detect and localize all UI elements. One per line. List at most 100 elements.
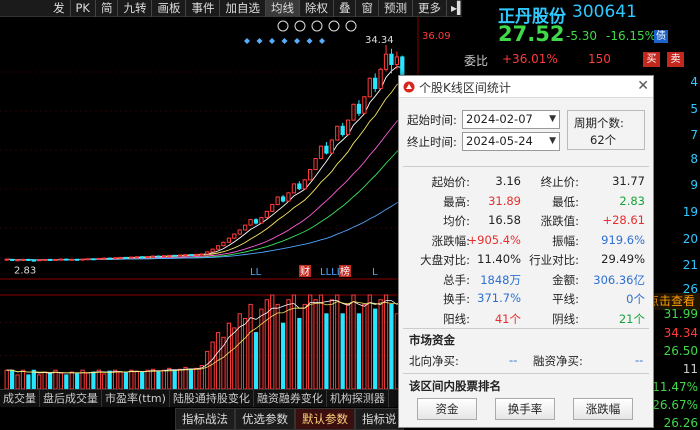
stat-label: 最高: [443, 194, 470, 209]
toolbar-item[interactable]: 发 [48, 0, 71, 17]
candle-body [383, 53, 389, 70]
indicator-tab[interactable]: 盘后成交量 [40, 390, 102, 407]
candle-body [31, 259, 36, 262]
quote-row-value: 9 [690, 178, 698, 192]
candle-body [145, 256, 150, 259]
toolbar-item[interactable]: PK [71, 0, 96, 17]
margin-flow-value: -- [635, 353, 644, 367]
stat-value: 31.89 [488, 193, 521, 208]
period-count-box: 周期个数: 62个 [567, 110, 645, 150]
rank-turnover-button[interactable]: 换手率 [495, 398, 555, 420]
stat-value: 0个 [626, 292, 645, 306]
stat-value: 919.6% [601, 232, 645, 247]
candle-body [243, 224, 248, 231]
param-tab[interactable]: 指标战法 [175, 408, 235, 430]
param-tab[interactable]: 默认参数 [295, 408, 355, 430]
stat-label: 总手: [443, 272, 470, 287]
candle-body [394, 56, 399, 66]
stat-label: 起始价: [431, 175, 470, 189]
chevron-down-icon: ▼ [549, 114, 556, 124]
toolbar-item[interactable]: 均线 [265, 0, 300, 17]
start-time-select[interactable]: 2024-02-07 ▼ [462, 110, 560, 129]
candle-body [69, 258, 74, 261]
stat-value: 3.16 [495, 174, 521, 188]
volume-bar [10, 369, 15, 389]
toolbar-item[interactable]: 更多 [413, 0, 447, 17]
quote-row-value: 21 [682, 258, 698, 272]
end-time-select[interactable]: 2024-05-24 ▼ [462, 132, 560, 151]
toolbar-item[interactable]: 画板 [152, 0, 187, 17]
candle-body [156, 255, 161, 258]
candle-body [134, 256, 139, 259]
indicator-tab[interactable]: 融资融券变化 [254, 390, 327, 407]
high-price-label: 34.34 [365, 35, 394, 46]
candle-body [237, 229, 242, 235]
candle-body [280, 196, 286, 202]
candle-body [362, 96, 367, 114]
candle-body [340, 125, 345, 136]
stat-label: 最低: [552, 194, 579, 209]
candle-body [286, 192, 291, 202]
toolbar-item[interactable]: 除权 [300, 0, 334, 17]
toolbar-item[interactable]: 窗 [356, 0, 379, 17]
rank-change-button[interactable]: 涨跌幅 [573, 398, 633, 420]
candle-body [373, 77, 378, 90]
candle-body [85, 258, 91, 261]
stats-row: 阳线: 41个 阴线: 21个 [403, 309, 649, 328]
volume-bar [280, 322, 286, 389]
toolbar-item[interactable]: 叠 [334, 0, 357, 17]
bond-badge[interactable]: 债 [654, 30, 668, 43]
stats-row: 均价: 16.58 涨跌值: +28.61 [403, 211, 649, 230]
quote-row-value: 26 [682, 282, 698, 296]
candle-body [91, 258, 96, 261]
candle-body [378, 68, 383, 90]
toolbar-item[interactable]: 加自选 [220, 0, 266, 17]
buy-button[interactable]: 买 [643, 52, 660, 67]
param-tab[interactable]: 优选参数 [235, 408, 295, 430]
stat-value: 31.77 [612, 174, 645, 188]
sell-button[interactable]: 卖 [667, 52, 684, 67]
volume-bar [123, 372, 129, 389]
rank-capital-button[interactable]: 资金 [417, 398, 477, 420]
volume-bar [172, 369, 177, 389]
indicator-tab[interactable]: 机构探测器 [327, 390, 389, 407]
north-flow-label: 北向净买: [409, 354, 459, 368]
param-tab[interactable]: 指标说 [355, 408, 404, 430]
volume-bar [373, 308, 378, 389]
toolbar-item[interactable]: 事件 [186, 0, 221, 17]
event-mark-label: LL [250, 267, 262, 278]
indicator-tab[interactable]: 市盈率(ttm) [102, 390, 170, 407]
toolbar-item[interactable]: 简 [96, 0, 119, 17]
candle-body [123, 256, 129, 259]
stat-label: 振幅: [552, 233, 579, 248]
toolbar-item[interactable]: 预测 [379, 0, 413, 17]
event-mark-label: 财 [300, 265, 310, 278]
stat-label: 终止价: [540, 175, 579, 189]
stat-value: 2.83 [619, 193, 645, 208]
candle-body [221, 241, 226, 247]
candle-body [318, 145, 324, 160]
candle-body [167, 254, 172, 257]
indicator-tab[interactable]: 成交量 [0, 390, 40, 407]
stats-row: 换手: 371.7% 平线: 0个 [403, 289, 649, 308]
stats-row: 涨跌幅: +905.4% 振幅: 919.6% [403, 231, 649, 250]
indicator-tab[interactable]: 陆股通持股变化 [170, 390, 254, 407]
kline-chart[interactable]: 34.342.8336.09LL 财 LLLL榜 L [0, 17, 462, 389]
candle-body [150, 255, 156, 258]
stat-label: 金额: [552, 272, 579, 287]
candle-body [140, 256, 145, 259]
toolbar-item[interactable]: 九转 [118, 0, 153, 17]
quote-stat-value: 11 [682, 362, 698, 376]
candle-body [37, 259, 42, 262]
volume-bar [297, 318, 302, 389]
dialog-titlebar[interactable]: 个股K线区间统计 ✕ [399, 76, 653, 98]
volume-bar [356, 313, 362, 389]
stock-code: 300641 [572, 2, 637, 22]
stats-row: 最高: 31.89 最低: 2.83 [403, 192, 649, 211]
event-mark-label: L [372, 267, 378, 278]
param-tabs: 指标战法 优选参数 默认参数 指标说 [175, 408, 404, 430]
close-icon[interactable]: ✕ [637, 78, 649, 94]
market-funds-heading: 市场资金 [409, 333, 455, 347]
stat-value: 21个 [618, 311, 645, 326]
stat-value: 306.36亿 [593, 272, 645, 287]
